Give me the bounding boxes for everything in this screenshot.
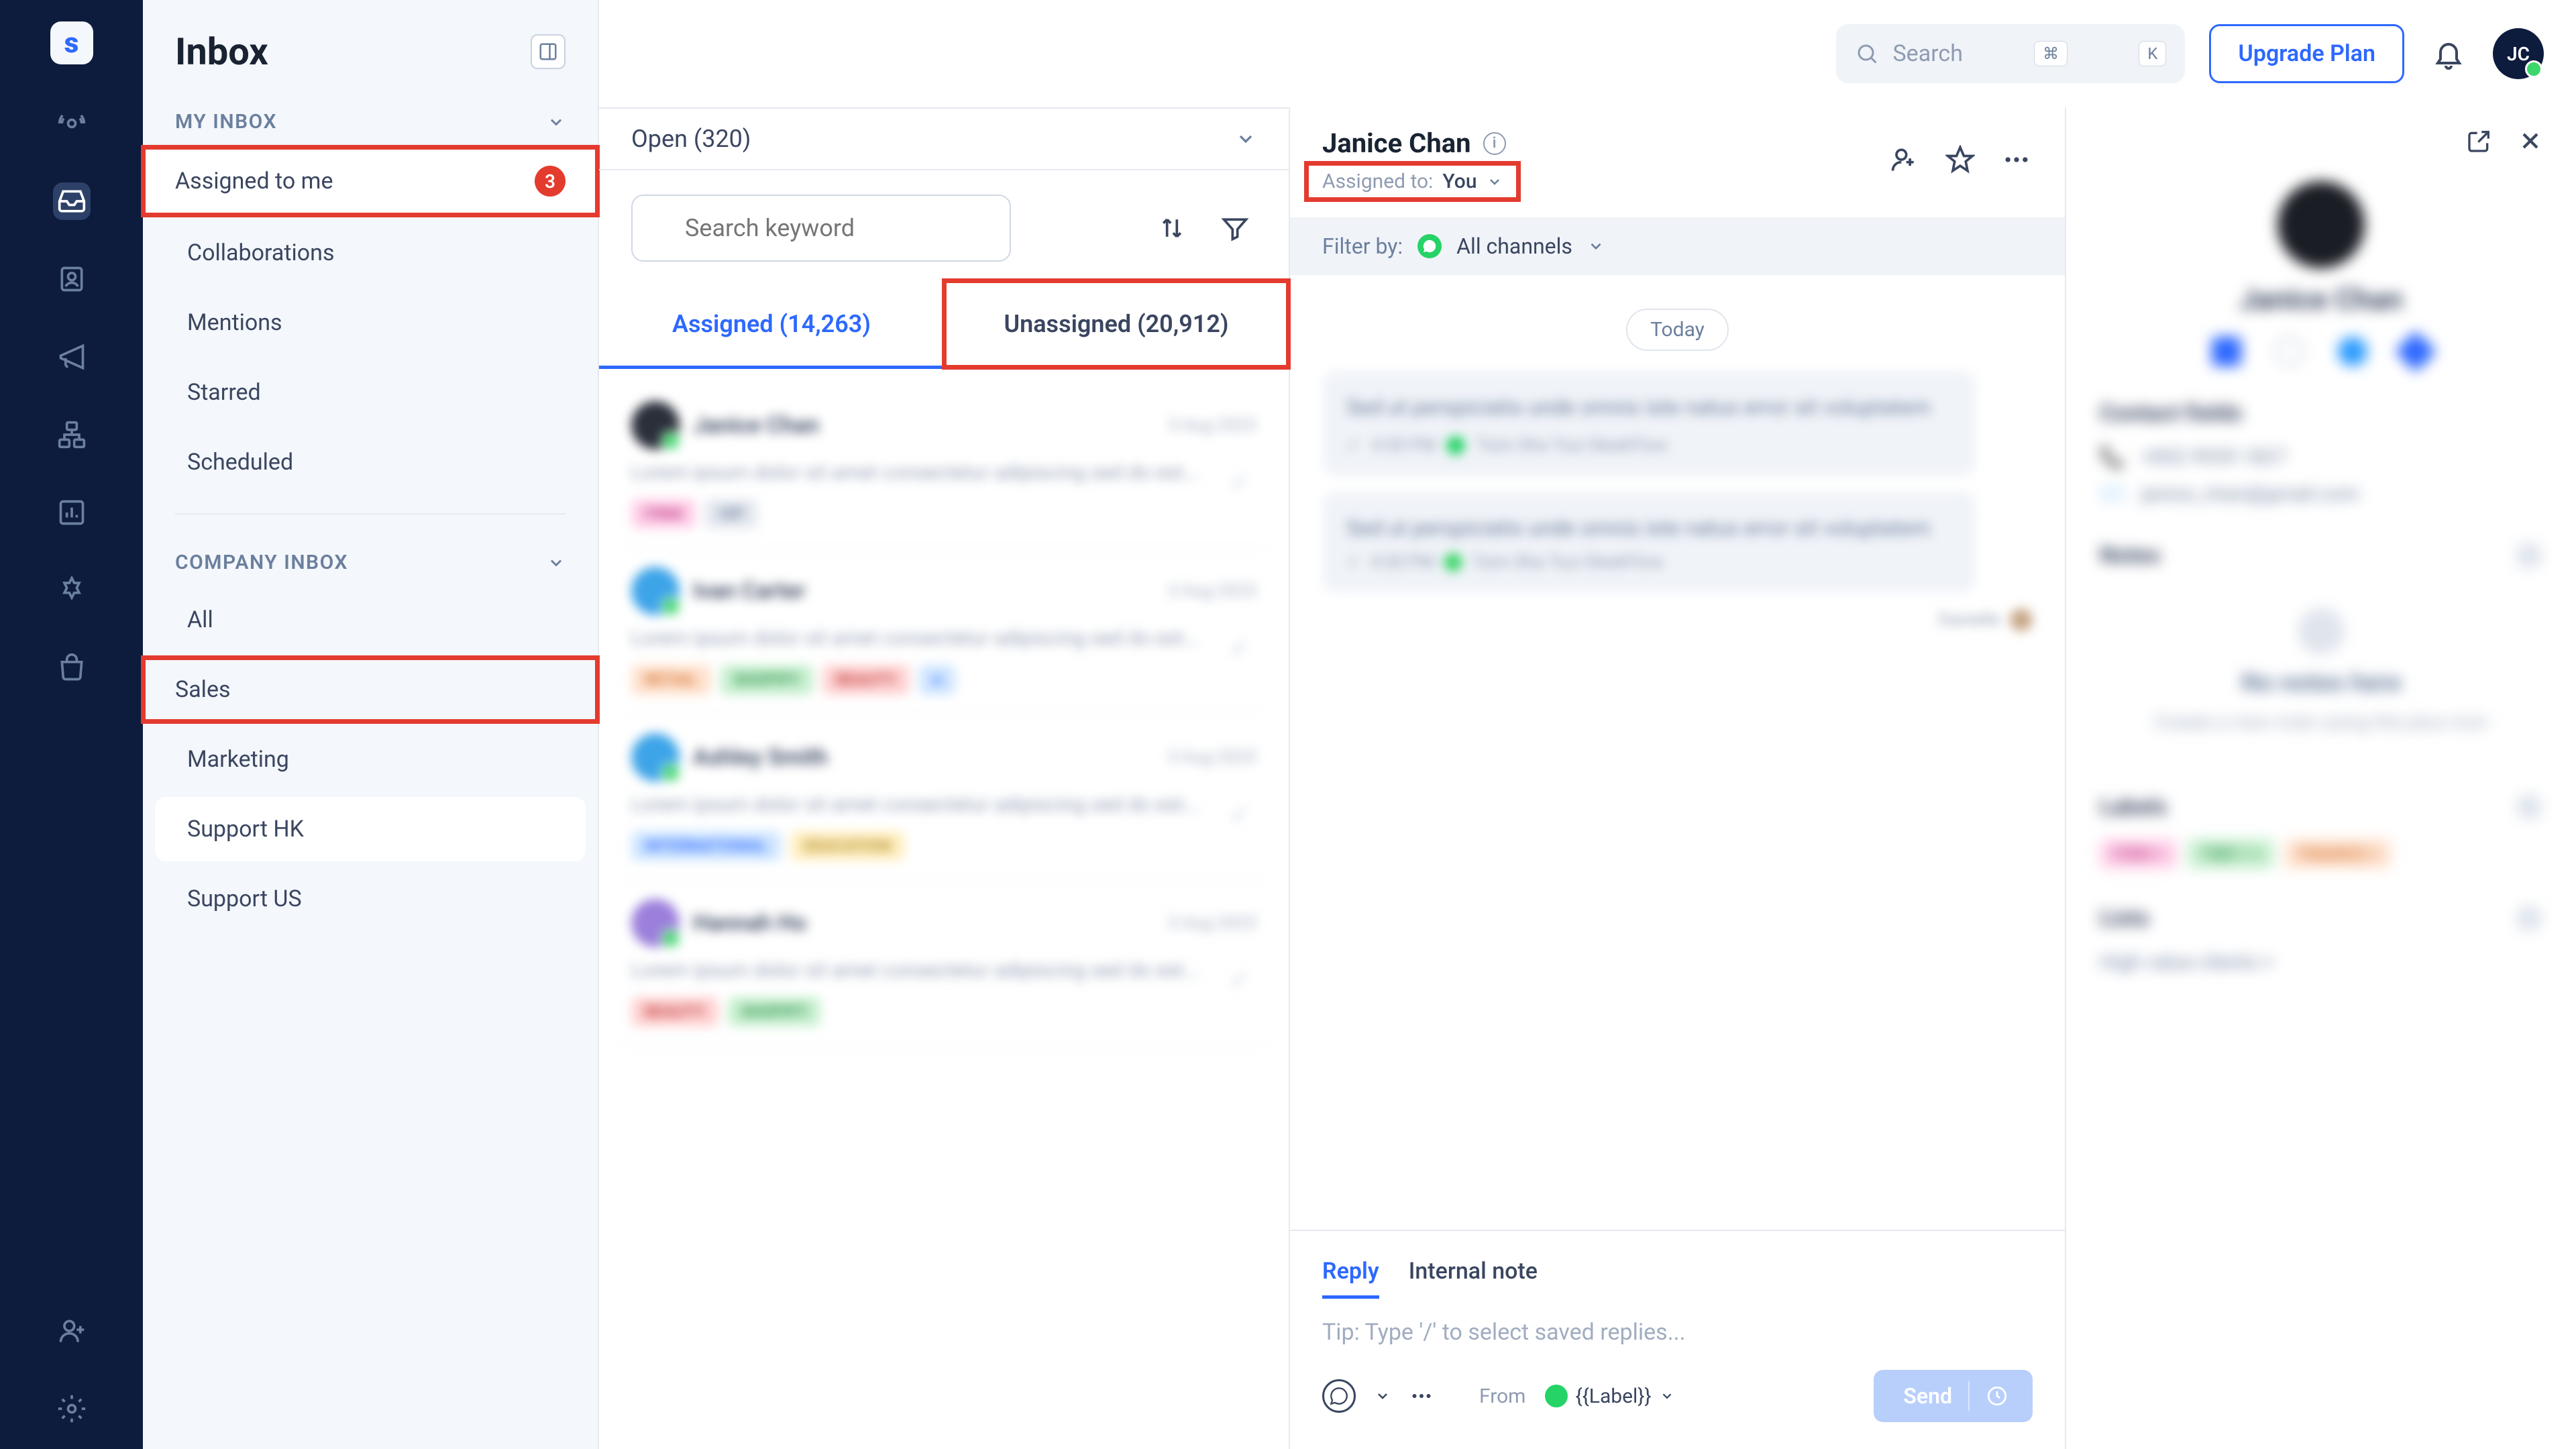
close-button[interactable] xyxy=(2517,127,2544,154)
sidebar-item-assigned-to-me[interactable]: Assigned to me 3 xyxy=(143,147,598,215)
channel-selector-button[interactable] xyxy=(1322,1379,1356,1413)
sidebar-item-sales[interactable]: Sales xyxy=(143,657,598,722)
inbox-icon[interactable] xyxy=(53,182,91,220)
add-label-button[interactable] xyxy=(2516,794,2542,820)
my-inbox-header[interactable]: MY INBOX xyxy=(143,90,598,144)
invite-icon[interactable] xyxy=(53,1312,91,1350)
schedule-icon xyxy=(1986,1385,2008,1407)
integrations-icon[interactable] xyxy=(53,572,91,609)
filter-button[interactable] xyxy=(1214,207,1256,250)
analytics-icon[interactable] xyxy=(53,494,91,531)
collapse-panel-button[interactable] xyxy=(531,34,566,69)
add-list-button[interactable] xyxy=(2516,905,2542,932)
flows-icon[interactable] xyxy=(53,416,91,453)
unread-badge: 3 xyxy=(535,166,566,197)
message-bubble: Sed ut perspiciatis unde omnis iste natu… xyxy=(1322,492,1976,592)
conversation-list: Janice Chan3 Aug 2023 Lorem ipsum dolor … xyxy=(599,369,1289,1449)
status-filter-dropdown[interactable]: Open (320) xyxy=(599,107,1289,170)
sidebar-item-support-hk[interactable]: Support HK xyxy=(155,797,586,861)
conversation-item[interactable]: Janice Chan3 Aug 2023 Lorem ipsum dolor … xyxy=(619,382,1269,548)
inbox-sidebar: Inbox MY INBOX Assigned to me 3 Collabor… xyxy=(143,0,599,1449)
keyword-search-input[interactable] xyxy=(631,195,1011,262)
tab-unassigned[interactable]: Unassigned (20,912) xyxy=(944,280,1289,368)
date-separator: Today xyxy=(1626,309,1729,351)
tab-reply[interactable]: Reply xyxy=(1322,1247,1379,1299)
conversation-contact-name: Janice Chan i xyxy=(1322,127,1516,159)
contacts-icon[interactable] xyxy=(53,260,91,298)
more-actions-button[interactable] xyxy=(2000,144,2033,176)
conversation-list-panel: Open (320) Assigned (14,263) Unassigned … xyxy=(599,107,1290,1449)
reply-input[interactable]: Tip: Type '/' to select saved replies... xyxy=(1290,1299,2065,1354)
tab-assigned[interactable]: Assigned (14,263) xyxy=(599,280,944,368)
contact-name: Janice Chan xyxy=(2100,282,2542,317)
sidebar-item-starred[interactable]: Starred xyxy=(155,360,586,425)
notifications-button[interactable] xyxy=(2428,34,2469,74)
channel-filter[interactable]: Filter by: All channels xyxy=(1290,217,2065,275)
sidebar-title: Inbox xyxy=(175,30,268,74)
global-search[interactable]: Search ⌘ K xyxy=(1836,24,2185,83)
commerce-icon[interactable] xyxy=(53,649,91,687)
contact-avatar xyxy=(2277,181,2365,268)
from-label: From xyxy=(1479,1385,1526,1408)
field-phone: 📞+852 9939 1827 xyxy=(2100,445,2542,469)
send-button[interactable]: Send xyxy=(1874,1370,2033,1422)
conversation-item[interactable]: Ashley Smith3 Aug 2023 Lorem ipsum dolor… xyxy=(619,714,1269,880)
contact-channel-icons xyxy=(2100,337,2542,366)
info-icon[interactable]: i xyxy=(1483,132,1506,155)
sidebar-item-support-us[interactable]: Support US xyxy=(155,867,586,931)
chevron-down-icon[interactable] xyxy=(1375,1388,1391,1404)
open-external-button[interactable] xyxy=(2466,127,2493,154)
nav-rail: s xyxy=(0,0,143,1449)
conversation-item[interactable]: Ivan Carter3 Aug 2023 Lorem ipsum dolor … xyxy=(619,548,1269,714)
chevron-down-icon xyxy=(547,553,566,572)
reply-tabs: Reply Internal note xyxy=(1290,1230,2065,1299)
conversation-panel: Janice Chan i Assigned to: You xyxy=(1290,107,2066,1449)
conversation-item[interactable]: Hannah Ho3 Aug 2023 Lorem ipsum dolor si… xyxy=(619,880,1269,1046)
app-logo[interactable]: s xyxy=(50,21,93,64)
broadcast-icon[interactable] xyxy=(53,105,91,142)
assigned-to-selector[interactable]: Assigned to: You xyxy=(1309,166,1516,197)
chevron-down-icon xyxy=(1587,237,1605,255)
sort-button[interactable] xyxy=(1150,207,1193,250)
star-button[interactable] xyxy=(1944,144,1976,176)
settings-icon[interactable] xyxy=(53,1390,91,1428)
sidebar-item-scheduled[interactable]: Scheduled xyxy=(155,430,586,494)
add-note-button[interactable] xyxy=(2516,542,2542,569)
sidebar-item-collaborations[interactable]: Collaborations xyxy=(155,221,586,285)
chevron-down-icon xyxy=(1487,174,1503,190)
contact-details-panel: Janice Chan Contact fields 📞+852 9939 18… xyxy=(2066,107,2576,1449)
user-avatar[interactable]: JC xyxy=(2493,28,2544,79)
sidebar-item-all[interactable]: All xyxy=(155,588,586,652)
sidebar-item-marketing[interactable]: Marketing xyxy=(155,727,586,792)
kbd-cmd: ⌘ xyxy=(2034,41,2068,66)
field-email: ✉️janice_chan@gmail.com xyxy=(2100,482,2542,506)
chevron-down-icon xyxy=(547,113,566,131)
tab-internal-note[interactable]: Internal note xyxy=(1409,1247,1538,1299)
add-collaborator-button[interactable] xyxy=(1888,144,1920,176)
kbd-k: K xyxy=(2139,41,2166,66)
empty-notes-icon xyxy=(2298,608,2345,655)
search-icon xyxy=(1855,42,1879,66)
sidebar-divider xyxy=(175,513,566,515)
message-bubble: Sed ut perspiciatis unde omnis iste natu… xyxy=(1322,371,1976,476)
campaign-icon[interactable] xyxy=(53,338,91,376)
company-inbox-header[interactable]: COMPANY INBOX xyxy=(143,531,598,585)
sidebar-item-mentions[interactable]: Mentions xyxy=(155,290,586,355)
top-bar: Search ⌘ K Upgrade Plan JC xyxy=(599,0,2576,107)
upgrade-plan-button[interactable]: Upgrade Plan xyxy=(2209,24,2404,83)
more-button[interactable] xyxy=(1409,1384,1434,1408)
whatsapp-icon xyxy=(1417,234,1442,258)
from-channel-selector[interactable]: {{Label}} xyxy=(1545,1385,1674,1408)
chevron-down-icon xyxy=(1235,128,1256,150)
